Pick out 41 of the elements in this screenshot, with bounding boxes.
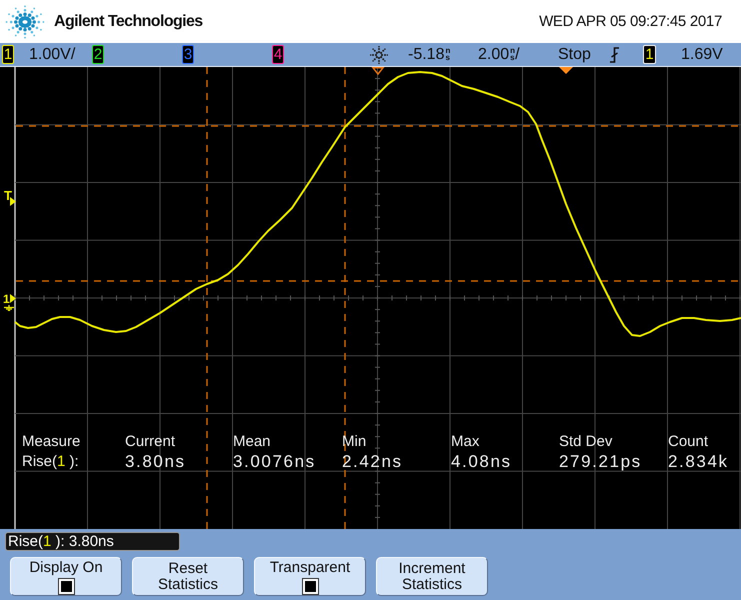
stat-value: 3.80ns	[125, 452, 187, 472]
softkey-button[interactable]: Reset Statistics	[132, 557, 244, 596]
stat-value: 4.08ns	[451, 452, 513, 472]
channel-badge: 4	[272, 45, 284, 64]
triangle-icon	[559, 67, 573, 74]
sparkle-icon	[370, 46, 388, 64]
checkbox[interactable]	[58, 578, 74, 594]
checkbox[interactable]	[302, 578, 318, 594]
brand-name: Agilent Technologies	[54, 12, 203, 30]
stat-value: 2.42ns	[342, 452, 404, 472]
date-time: WED APR 05 09:27:45 2017	[539, 13, 722, 30]
run-status: Stop	[558, 46, 591, 64]
channel-badge: 3	[182, 45, 194, 64]
measurement-readout: Rise(1 ): 3.80ns	[5, 532, 180, 551]
outline-triangle-icon	[371, 67, 385, 76]
stat-value: 2.834k	[668, 452, 730, 472]
triangle-right-icon	[10, 294, 16, 303]
stat-value: 3.0076ns	[233, 452, 317, 472]
column-header: Count	[668, 432, 710, 452]
row-label: Rise(1 ):	[22, 452, 80, 472]
softkey-button[interactable]: Display On	[10, 557, 122, 596]
marker-label: 1	[3, 293, 10, 305]
starburst-logo-icon	[5, 4, 45, 38]
stat-value: 279.21ps	[559, 452, 643, 472]
channel-scale: 1.00V/	[29, 46, 76, 64]
rising-edge-icon	[610, 46, 619, 62]
ground-icon	[4, 305, 14, 311]
column-header: Max	[451, 432, 480, 452]
softkey-button[interactable]: Transparent	[254, 557, 366, 596]
softkey-button[interactable]: Increment Statistics	[376, 557, 488, 596]
trigger-source-badge: 1	[643, 45, 656, 64]
column-header: Min	[342, 432, 368, 452]
column-header: Measure	[22, 432, 82, 452]
column-header: Current	[125, 432, 176, 452]
channel-badge: 1	[2, 45, 14, 64]
trigger-level: 1.69V	[681, 46, 723, 64]
channel-badge: 2	[92, 45, 104, 64]
marker-label: T	[4, 189, 12, 202]
column-header: Mean	[233, 432, 272, 452]
column-header: Std Dev	[559, 432, 614, 452]
triangle-right-icon	[10, 197, 16, 206]
